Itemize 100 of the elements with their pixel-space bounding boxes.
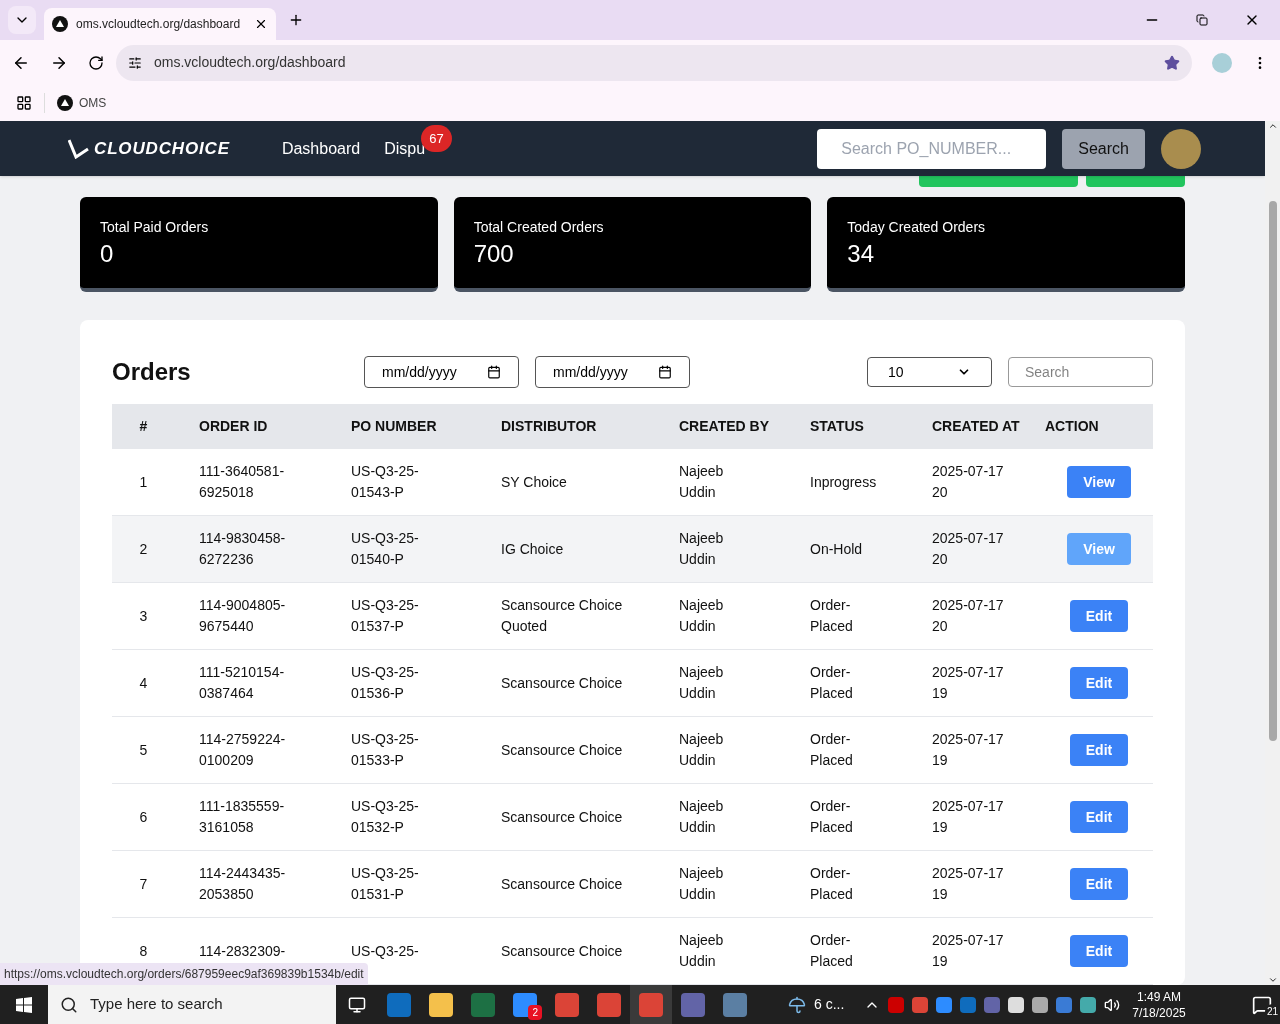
table-cell: 6 xyxy=(112,783,175,851)
bookmark-item[interactable]: OMS xyxy=(57,94,107,112)
table-cell: 114-2443435-2053850 xyxy=(175,850,327,918)
table-cell: US-Q3-25-01532-P xyxy=(327,783,477,851)
clock[interactable]: 1:49 AM 7/18/2025 xyxy=(1132,988,1186,1021)
reload-icon[interactable] xyxy=(88,54,104,71)
table-cell: Najeeb Uddin xyxy=(655,917,786,985)
column-header: ACTION xyxy=(1045,404,1153,449)
url-text: oms.vcloudtech.org/dashboard xyxy=(154,53,346,72)
scroll-up-icon[interactable] xyxy=(1267,121,1278,131)
table-cell: 114-9830458-6272236 xyxy=(175,515,327,583)
table-cell: Najeeb Uddin xyxy=(655,515,786,583)
table-cell: Inprogress xyxy=(786,449,908,516)
search-button[interactable]: Search xyxy=(1062,128,1145,169)
page-size-select[interactable]: 10 xyxy=(867,357,992,387)
browser-tab[interactable]: oms.vcloudtech.org/dashboard xyxy=(44,8,276,40)
new-tab-icon[interactable] xyxy=(288,12,304,28)
table-cell: Najeeb Uddin xyxy=(655,449,786,516)
column-header: ORDER ID xyxy=(175,404,327,449)
table-cell: 2025-07-17 20 xyxy=(908,449,1045,516)
stat-label: Total Created Orders xyxy=(473,218,605,237)
table-cell: 2025-07-17 20 xyxy=(908,515,1045,583)
stat-value: 700 xyxy=(473,239,515,269)
table-cell: 5 xyxy=(112,716,175,784)
table-cell: IG Choice xyxy=(477,515,655,583)
apps-icon[interactable] xyxy=(16,95,32,111)
user-avatar[interactable] xyxy=(1161,128,1201,169)
site-info-icon[interactable] xyxy=(128,55,142,70)
table-cell: 111-1835559-3161058 xyxy=(175,783,327,851)
table-cell: Scansource Choice Quoted xyxy=(477,582,655,650)
table-cell: Najeeb Uddin xyxy=(655,582,786,650)
action-button[interactable]: View xyxy=(1067,466,1131,498)
table-cell: US-Q3-25-01537-P xyxy=(327,582,477,650)
table-cell: 2025-07-17 20 xyxy=(908,582,1045,650)
weather-text[interactable]: 6 c... xyxy=(814,994,845,1015)
table-cell: Order-Placed xyxy=(786,582,908,650)
table-cell: US-Q3-25-01540-P xyxy=(327,515,477,583)
logo-mark-icon xyxy=(68,138,90,159)
table-cell: 114-9004805-9675440 xyxy=(175,582,327,650)
po-search-field[interactable]: Search PO_NUMBER... xyxy=(817,128,1047,169)
table-cell: 1 xyxy=(112,449,175,516)
table-cell: 3 xyxy=(112,582,175,650)
action-button[interactable]: Edit xyxy=(1069,667,1129,699)
table-cell: Scansource Choice xyxy=(477,850,655,918)
site-icon xyxy=(57,95,73,111)
column-header: STATUS xyxy=(786,404,908,449)
table-cell: US-Q3-25-01536-P xyxy=(327,649,477,717)
table-cell: US-Q3-25-01531-P xyxy=(327,850,477,918)
taskbar-search-field[interactable]: Type here to search xyxy=(48,985,336,1024)
search-icon xyxy=(60,995,78,1014)
table-cell: 2025-07-17 19 xyxy=(908,783,1045,851)
bookmark-star-icon[interactable] xyxy=(1164,54,1180,71)
volume-icon[interactable] xyxy=(1104,996,1121,1013)
nav-link[interactable]: Dashboard xyxy=(281,139,361,157)
close-tab-icon[interactable] xyxy=(254,17,268,31)
weather-icon[interactable] xyxy=(788,995,806,1014)
table-cell: US-Q3-25-01543-P xyxy=(327,449,477,516)
stat-label: Today Created Orders xyxy=(847,218,987,237)
table-cell: SY Choice xyxy=(477,449,655,516)
table-search-field[interactable]: Search xyxy=(1008,357,1153,387)
calendar-icon[interactable] xyxy=(658,365,672,379)
table-cell: Order-Placed xyxy=(786,917,908,985)
scroll-down-icon[interactable] xyxy=(1267,975,1278,985)
scrollbar[interactable] xyxy=(1265,121,1280,985)
task-view-icon[interactable] xyxy=(348,995,366,1014)
table-cell: Scansource Choice xyxy=(477,917,655,985)
action-button[interactable]: Edit xyxy=(1069,801,1129,833)
tab-title: oms.vcloudtech.org/dashboard xyxy=(76,16,241,33)
action-button[interactable]: Edit xyxy=(1069,868,1129,900)
table-cell: Najeeb Uddin xyxy=(655,783,786,851)
restore-icon[interactable] xyxy=(1196,14,1208,26)
table-cell: 2 xyxy=(112,515,175,583)
column-header: CREATED AT xyxy=(908,404,1045,449)
table-cell: Order-Placed xyxy=(786,850,908,918)
stat-value: 34 xyxy=(847,239,876,269)
table-cell: Order-Placed xyxy=(786,716,908,784)
table-cell: US-Q3-25-01533-P xyxy=(327,716,477,784)
date-field[interactable]: mm/dd/yyyy xyxy=(535,356,690,388)
table-cell: Scansource Choice xyxy=(477,716,655,784)
logo[interactable]: CLOUDCHOICE xyxy=(68,135,230,162)
tab-list-button[interactable] xyxy=(8,6,36,34)
calendar-icon[interactable] xyxy=(487,365,501,379)
table-cell: 7 xyxy=(112,850,175,918)
windows-logo-icon xyxy=(16,996,32,1013)
table-cell: Scansource Choice xyxy=(477,783,655,851)
notification-badge: 2 xyxy=(528,1005,542,1020)
table-cell: 4 xyxy=(112,649,175,717)
action-button[interactable]: Edit xyxy=(1069,734,1129,766)
address-bar[interactable]: oms.vcloudtech.org/dashboard xyxy=(116,44,1192,81)
table-cell: 2025-07-17 19 xyxy=(908,850,1045,918)
table-cell: Najeeb Uddin xyxy=(655,850,786,918)
action-button[interactable]: Edit xyxy=(1069,600,1129,632)
stat-value: 0 xyxy=(100,239,115,269)
orders-title: Orders xyxy=(112,357,192,387)
action-button[interactable]: Edit xyxy=(1069,935,1129,967)
table-cell: 2025-07-17 19 xyxy=(908,649,1045,717)
table-cell: 111-5210154-0387464 xyxy=(175,649,327,717)
date-field[interactable]: mm/dd/yyyy xyxy=(364,356,519,388)
table-cell: 2025-07-17 19 xyxy=(908,716,1045,784)
column-header: CREATED BY xyxy=(655,404,786,449)
